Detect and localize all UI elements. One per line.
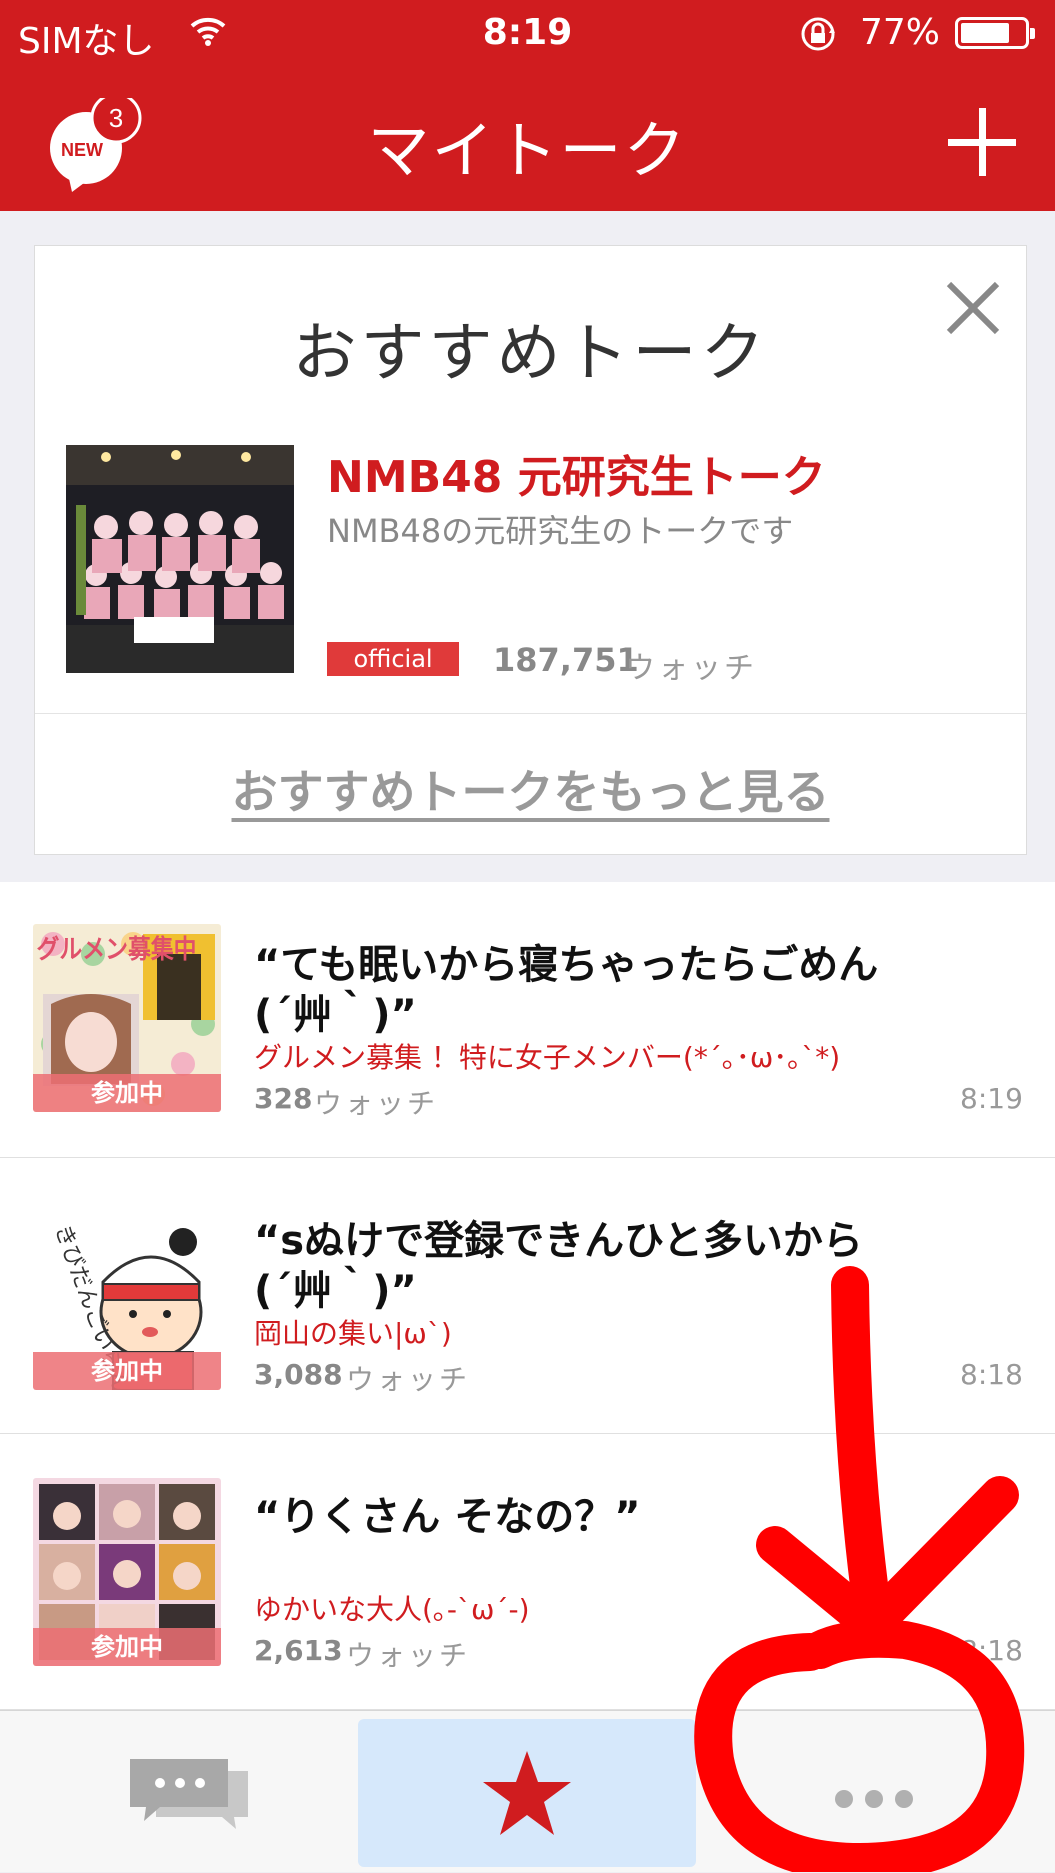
- recommended-talk-name[interactable]: NMB48 元研究生トーク: [327, 441, 826, 505]
- recommended-watch-unit: ウォッチ: [625, 651, 757, 686]
- divider: [35, 713, 1026, 714]
- talk-watch-count: 2,613: [254, 1634, 343, 1667]
- battery-percent: 77%: [860, 12, 941, 53]
- talk-avatar: 参加中: [33, 1478, 221, 1666]
- joined-badge: 参加中: [33, 1352, 221, 1390]
- talk-list: グルメン募集中 参加中 “ても眠いから寝ちゃったらごめん (´艸｀)” グルメン…: [0, 882, 1055, 1710]
- official-tag: official: [327, 642, 459, 676]
- talk-last-message: “ても眠いから寝ちゃったらごめん (´艸｀)”: [254, 942, 879, 1038]
- tab-favorites[interactable]: [358, 1719, 696, 1867]
- battery-level-fill: [961, 23, 1009, 43]
- talk-room-name: 岡山の集い|ω`): [254, 1317, 452, 1350]
- more-dots-icon: [835, 1790, 913, 1808]
- talk-avatar: グルメン募集中 参加中: [33, 924, 221, 1112]
- talk-time: 8:18: [960, 1358, 1023, 1391]
- recommended-heading: おすすめトーク: [292, 317, 769, 391]
- talk-watch-count: 3,088: [254, 1358, 343, 1391]
- tab-bar: [0, 1710, 1055, 1872]
- recommended-talk-card: おすすめトーク NMB48 元研究生トーク NMB48の元研究生のトークです o…: [34, 245, 1027, 855]
- talk-room-name: ゆかいな大人(｡-`ω´-): [254, 1593, 530, 1626]
- talk-time: 8:18: [960, 1634, 1023, 1667]
- tab-more[interactable]: [704, 1711, 1055, 1873]
- talk-watch-count: 328: [254, 1082, 313, 1115]
- add-talk-button[interactable]: [948, 108, 1016, 176]
- close-icon[interactable]: [945, 280, 1001, 336]
- talk-watch-unit: ウォッチ: [314, 1087, 439, 1120]
- talk-avatar: きびだんごいらん? 参加中: [33, 1202, 221, 1390]
- joined-badge: 参加中: [33, 1628, 221, 1666]
- recommended-talk-thumbnail[interactable]: [66, 445, 294, 673]
- more-recommended-link[interactable]: おすすめトークをもっと見る: [35, 756, 1026, 822]
- recommended-watch-count: 187,751: [493, 641, 639, 679]
- battery-icon: [955, 17, 1035, 49]
- talk-room-name: グルメン募集 ！特に女子メンバー(*´｡･ω･｡`*): [254, 1041, 841, 1074]
- talk-row[interactable]: グルメン募集中 参加中 “ても眠いから寝ちゃったらごめん (´艸｀)” グルメン…: [0, 882, 1055, 1158]
- group-photo-image: [66, 445, 294, 673]
- talk-watch-unit: ウォッチ: [346, 1363, 471, 1396]
- nav-bar: NEW 3 マイトーク: [0, 66, 1055, 211]
- tab-chat[interactable]: [0, 1711, 350, 1873]
- chat-bubbles-icon: [130, 1759, 248, 1829]
- talk-time: 8:19: [960, 1082, 1023, 1115]
- rotation-lock-icon: [801, 17, 835, 51]
- recommended-talk-description: NMB48の元研究生のトークです: [327, 512, 794, 550]
- talk-row[interactable]: きびだんごいらん? 参加中 “sぬけで登録できんひと多いから (´艸｀)” 岡山…: [0, 1158, 1055, 1434]
- joined-badge: 参加中: [33, 1074, 221, 1112]
- talk-row[interactable]: 参加中 “りくさん そなの？” ゆかいな大人(｡-`ω´-) 2,613 ウォッ…: [0, 1434, 1055, 1710]
- status-bar: SIMなし 8:19 77%: [0, 0, 1055, 66]
- talk-last-message: “りくさん そなの？”: [254, 1494, 641, 1540]
- page-title: マイトーク: [367, 114, 688, 187]
- talk-last-message: “sぬけで登録できんひと多いから (´艸｀)”: [254, 1218, 863, 1314]
- avatar-caption: グルメン募集中: [37, 934, 197, 965]
- talk-watch-unit: ウォッチ: [346, 1639, 471, 1672]
- star-icon: [483, 1751, 571, 1835]
